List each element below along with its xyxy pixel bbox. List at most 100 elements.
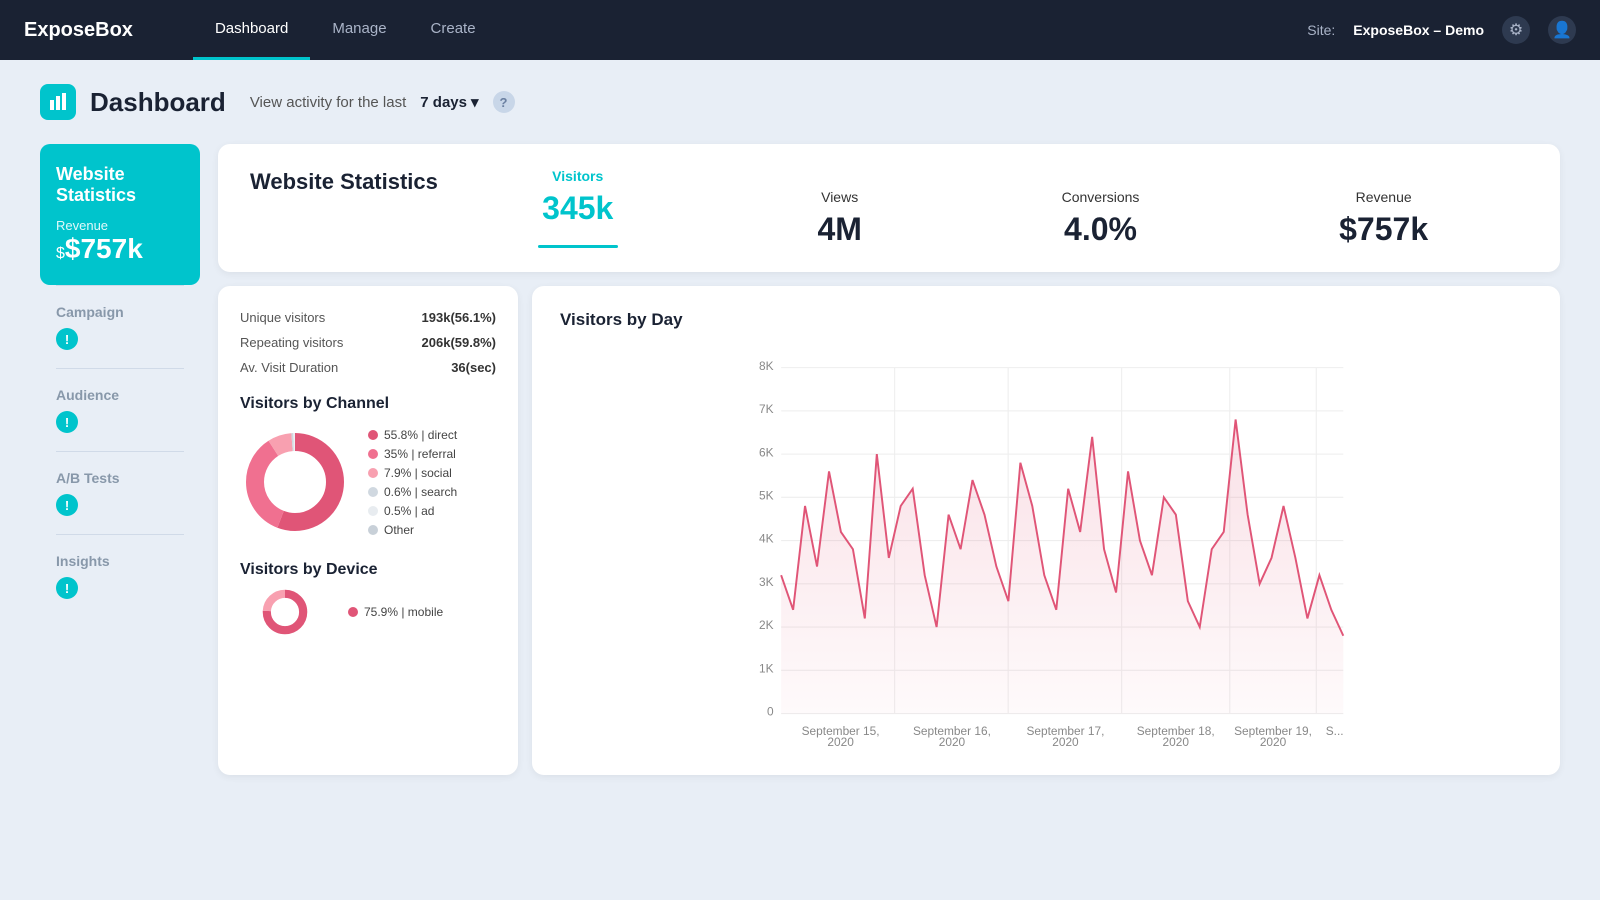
svg-text:7K: 7K — [759, 402, 774, 416]
right-panel: Visitors by Day 8K 7K 6K 5K 4K 3K 2K 1K — [532, 286, 1560, 775]
page-header: Dashboard View activity for the last 7 d… — [40, 84, 1560, 120]
stat-row-repeating: Repeating visitors 206k(59.8%) — [240, 335, 496, 350]
metric-underline — [538, 245, 618, 248]
user-icon[interactable]: 👤 — [1548, 16, 1576, 44]
settings-icon[interactable]: ⚙ — [1502, 16, 1530, 44]
stats-title: Website Statistics — [250, 168, 438, 197]
svg-text:5K: 5K — [759, 489, 774, 503]
svg-text:S...: S... — [1326, 724, 1344, 738]
sidebar-revenue-value: $$757k — [56, 233, 184, 265]
metric-value-conversions: 4.0% — [1062, 211, 1140, 248]
stats-card: Website Statistics Visitors 345k Views 4… — [218, 144, 1560, 272]
sidebar-item-insights[interactable]: Insights ! — [40, 535, 200, 617]
brand-logo: ExposeBox — [24, 19, 133, 42]
activity-label: View activity for the last — [250, 94, 406, 111]
device-legend: 75.9% | mobile — [348, 605, 443, 619]
svg-text:3K: 3K — [759, 575, 774, 589]
metric-conversions[interactable]: Conversions 4.0% — [1062, 189, 1140, 248]
sidebar-item-ab-tests[interactable]: A/B Tests ! — [40, 452, 200, 534]
svg-text:2020: 2020 — [1052, 735, 1079, 746]
legend-label-search: 0.6% | search — [384, 485, 457, 499]
stats-title-block: Website Statistics — [250, 168, 438, 197]
nav-manage[interactable]: Manage — [310, 0, 408, 60]
chart-area: 8K 7K 6K 5K 4K 3K 2K 1K 0 — [560, 346, 1532, 751]
legend-label-ad: 0.5% | ad — [384, 504, 434, 518]
nav-links: Dashboard Manage Create — [193, 0, 498, 60]
svg-text:8K: 8K — [759, 359, 774, 373]
svg-text:2020: 2020 — [827, 735, 854, 746]
channel-legend: 55.8% | direct 35% | referral 7.9% | soc… — [368, 428, 457, 537]
legend-label-referral: 35% | referral — [384, 447, 456, 461]
sidebar-item-label: Campaign — [56, 304, 184, 320]
donut-area: 55.8% | direct 35% | referral 7.9% | soc… — [240, 427, 496, 537]
visit-duration-label: Av. Visit Duration — [240, 360, 338, 375]
page-title: Dashboard — [90, 87, 226, 118]
activity-days-selector[interactable]: 7 days ▾ — [420, 93, 478, 111]
metric-visitors[interactable]: Visitors 345k — [538, 168, 618, 248]
main-layout: Website Statistics Revenue $$757k Campai… — [40, 144, 1560, 775]
device-donut-chart — [240, 587, 330, 637]
sidebar-warn-insights: ! — [56, 577, 78, 599]
sidebar-item-website-statistics[interactable]: Website Statistics Revenue $$757k — [40, 144, 200, 285]
sidebar-warn-audience: ! — [56, 411, 78, 433]
content-area: Website Statistics Visitors 345k Views 4… — [218, 144, 1560, 775]
metric-value-revenue: $757k — [1339, 211, 1428, 248]
nav-create[interactable]: Create — [409, 0, 498, 60]
unique-visitors-label: Unique visitors — [240, 310, 325, 325]
page: Dashboard View activity for the last 7 d… — [0, 60, 1600, 799]
legend-referral: 35% | referral — [368, 447, 457, 461]
sidebar-item-audience[interactable]: Audience ! — [40, 369, 200, 451]
svg-text:2K: 2K — [759, 618, 774, 632]
legend-social: 7.9% | social — [368, 466, 457, 480]
legend-ad: 0.5% | ad — [368, 504, 457, 518]
svg-text:2020: 2020 — [1163, 735, 1190, 746]
device-donut-area: 75.9% | mobile — [240, 587, 496, 637]
legend-mobile: 75.9% | mobile — [348, 605, 443, 619]
svg-text:4K: 4K — [759, 532, 774, 546]
legend-label-mobile: 75.9% | mobile — [364, 605, 443, 619]
metric-label-visitors: Visitors — [538, 168, 618, 184]
legend-direct: 55.8% | direct — [368, 428, 457, 442]
legend-label-direct: 55.8% | direct — [384, 428, 457, 442]
chevron-down-icon: ▾ — [471, 93, 479, 111]
page-title-icon — [40, 84, 76, 120]
metric-revenue[interactable]: Revenue $757k — [1339, 189, 1428, 248]
sidebar-item-label: Audience — [56, 387, 184, 403]
legend-dot-ad — [368, 506, 378, 516]
legend-dot-search — [368, 487, 378, 497]
nav-right: Site: ExposeBox – Demo ⚙ 👤 — [1307, 16, 1576, 44]
legend-dot-other — [368, 525, 378, 535]
metric-value-visitors: 345k — [538, 190, 618, 227]
sidebar-warn-ab: ! — [56, 494, 78, 516]
channel-donut-chart — [240, 427, 350, 537]
device-title: Visitors by Device — [240, 561, 496, 579]
svg-text:1K: 1K — [759, 661, 774, 675]
stat-row-unique: Unique visitors 193k(56.1%) — [240, 310, 496, 325]
repeating-visitors-value: 206k(59.8%) — [422, 335, 496, 350]
unique-visitors-value: 193k(56.1%) — [422, 310, 496, 325]
legend-dot-social — [368, 468, 378, 478]
svg-text:2020: 2020 — [1260, 735, 1287, 746]
sidebar-item-label: A/B Tests — [56, 470, 184, 486]
legend-label-social: 7.9% | social — [384, 466, 452, 480]
metric-views[interactable]: Views 4M — [817, 189, 861, 248]
repeating-visitors-label: Repeating visitors — [240, 335, 343, 350]
chart-title: Visitors by Day — [560, 310, 1532, 330]
visit-duration-value: 36(sec) — [451, 360, 496, 375]
sidebar: Website Statistics Revenue $$757k Campai… — [40, 144, 200, 617]
sidebar-item-campaign[interactable]: Campaign ! — [40, 286, 200, 368]
metric-label-revenue: Revenue — [1339, 189, 1428, 205]
navbar: ExposeBox Dashboard Manage Create Site: … — [0, 0, 1600, 60]
svg-text:6K: 6K — [759, 445, 774, 459]
sidebar-item-label: Insights — [56, 553, 184, 569]
visitors-by-day-chart: 8K 7K 6K 5K 4K 3K 2K 1K 0 — [560, 346, 1532, 746]
stats-metrics: Visitors 345k Views 4M Conversions 4.0% … — [438, 168, 1528, 248]
nav-dashboard[interactable]: Dashboard — [193, 0, 310, 60]
metric-label-views: Views — [817, 189, 861, 205]
metric-label-conversions: Conversions — [1062, 189, 1140, 205]
legend-dot-direct — [368, 430, 378, 440]
legend-dot-mobile — [348, 607, 358, 617]
svg-text:2020: 2020 — [939, 735, 966, 746]
help-icon[interactable]: ? — [493, 91, 515, 113]
left-panel: Unique visitors 193k(56.1%) Repeating vi… — [218, 286, 518, 775]
